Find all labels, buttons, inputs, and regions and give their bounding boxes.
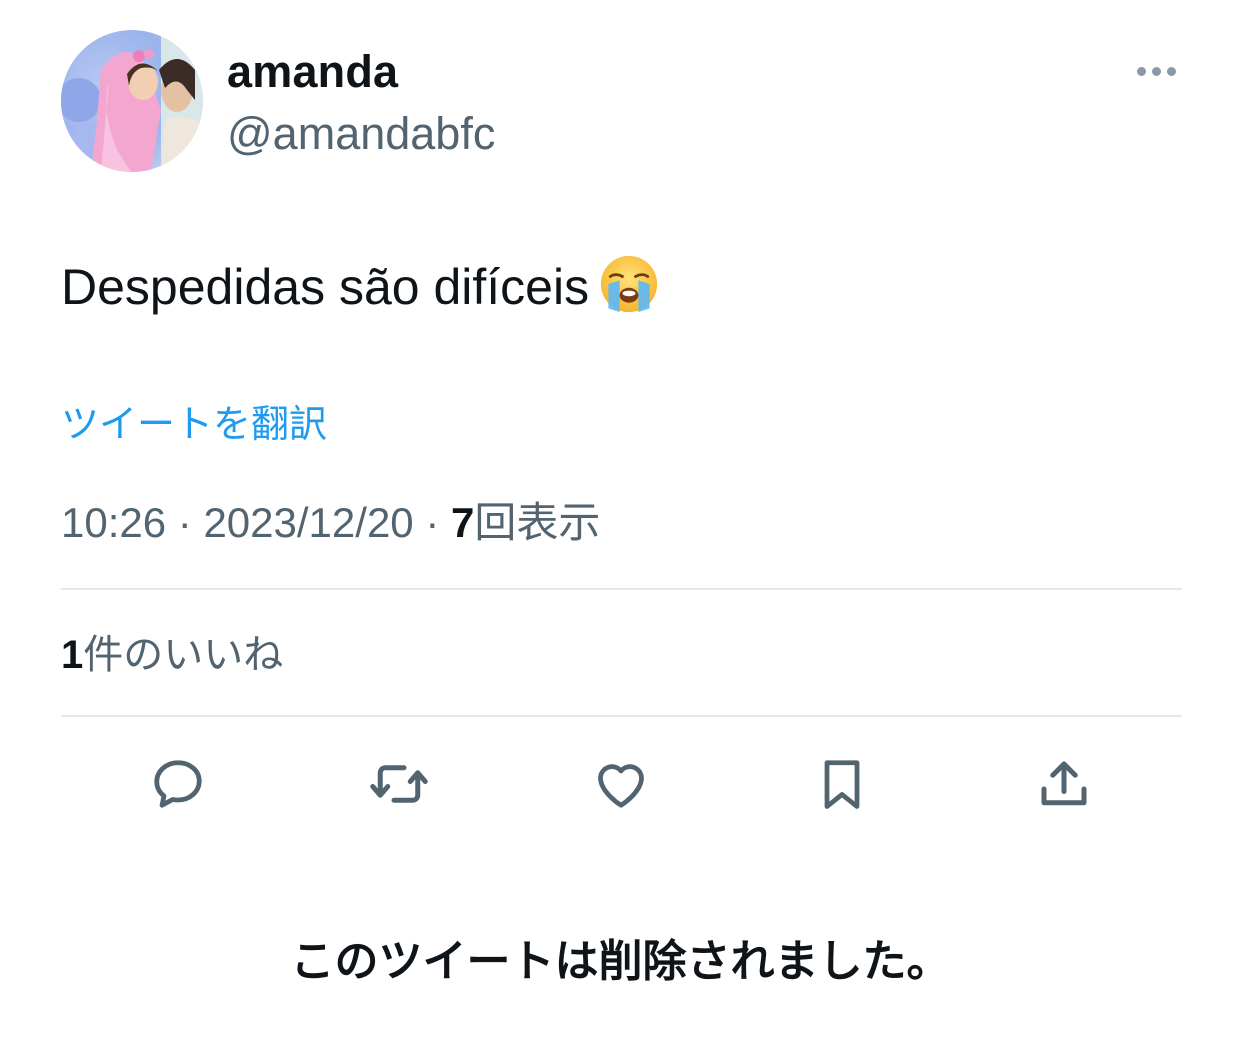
tweet-text: Despedidas são difíceis xyxy=(61,254,659,319)
likes-label: 件のいいね xyxy=(83,633,284,677)
views-count: 7 xyxy=(451,499,475,546)
retweet-button[interactable] xyxy=(367,752,431,816)
bookmark-button[interactable] xyxy=(810,752,874,816)
views-label: 回表示 xyxy=(474,499,601,546)
tweet-text-content: Despedidas são difíceis xyxy=(61,259,590,315)
user-handle[interactable]: @amandabfc xyxy=(227,106,495,162)
tweet-meta: 10:26 · 2023/12/20 · 7回表示 xyxy=(61,495,600,551)
more-options-button[interactable] xyxy=(1126,56,1186,86)
share-icon xyxy=(1041,761,1087,806)
display-name[interactable]: amanda xyxy=(227,44,398,100)
retweet-icon xyxy=(370,765,428,803)
bookmark-icon xyxy=(824,760,860,809)
loudly-crying-face-icon xyxy=(600,255,658,313)
divider xyxy=(61,715,1182,717)
like-button[interactable] xyxy=(589,752,653,816)
meta-separator: · xyxy=(425,499,440,546)
tweet-date[interactable]: 2023/12/20 xyxy=(203,499,413,546)
more-horizontal-icon xyxy=(1136,66,1176,76)
heart-icon xyxy=(598,764,644,808)
deleted-tweet-notice: このツイートは削除されました。 xyxy=(290,937,951,986)
likes-count-link[interactable]: 1件のいいね xyxy=(61,628,283,682)
divider xyxy=(61,588,1182,590)
profile-photo xyxy=(61,30,203,172)
likes-count: 1 xyxy=(61,633,84,677)
tweet-time[interactable]: 10:26 xyxy=(61,499,166,546)
translate-tweet-link[interactable]: ツイートを翻訳 xyxy=(61,400,327,450)
meta-separator: · xyxy=(177,499,192,546)
avatar[interactable] xyxy=(61,30,203,172)
share-button[interactable] xyxy=(1032,752,1096,816)
reply-icon xyxy=(154,760,202,808)
reply-button[interactable] xyxy=(146,752,210,816)
